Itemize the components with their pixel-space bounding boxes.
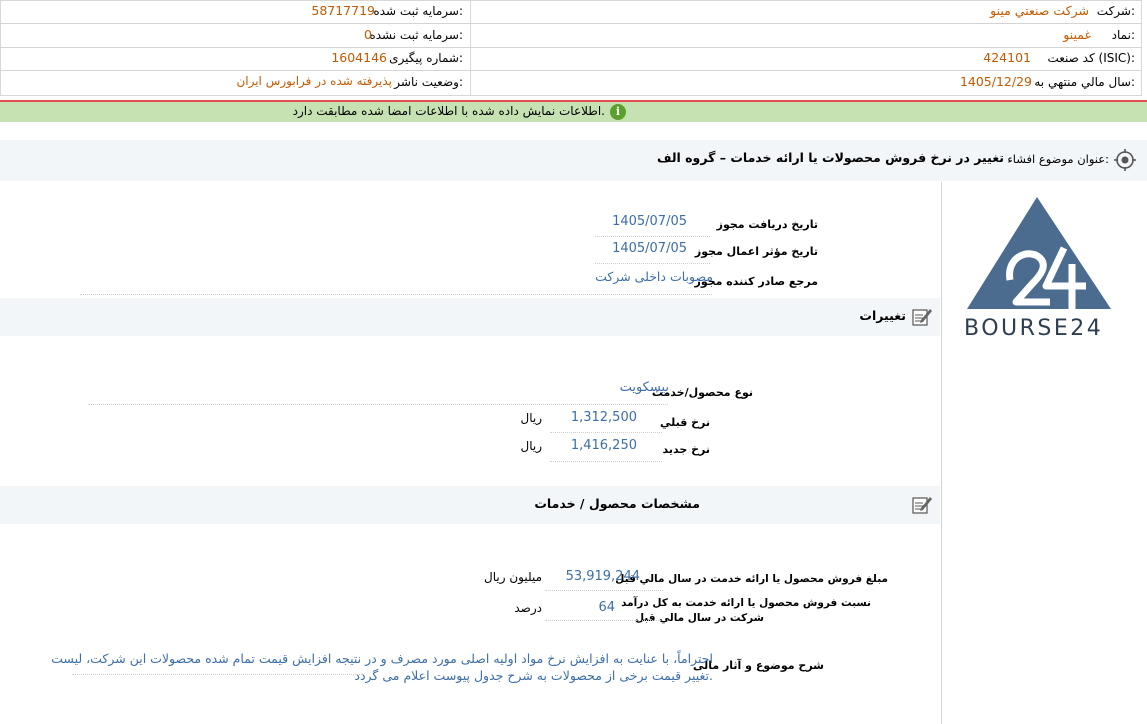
verification-notice: i اطلاعات نمايش داده شده با اطلاعات امضا… (0, 102, 1147, 122)
company-value[interactable]: شرکت صنعتي مينو (990, 3, 1089, 18)
specs-section-header: مشخصات محصول / خدمات (0, 486, 940, 524)
subject-value: تغيير در نرخ فروش محصولات يا ارائه خدمات… (656, 150, 1004, 165)
capital-registered-value: 58717719 (311, 3, 375, 18)
permit-receive-date-label: تاريخ دريافت مجوز (716, 218, 818, 231)
capital-unregistered-value: 0 (364, 27, 372, 42)
sales-amount-unit: ميليون ريال (484, 570, 542, 584)
description-line-1: احتراماً، با عنايت به افزايش نرخ مواد او… (51, 651, 713, 666)
description-line-2: تغيير قيمت برخی از محصولات به شرح جدول پ… (354, 668, 713, 683)
info-icon: i (610, 104, 626, 120)
old-price-value: 1,312,500 (570, 410, 637, 425)
permit-issuer-label: مرجع صادر کننده مجوز (694, 275, 818, 288)
notice-text: اطلاعات نمايش داده شده با اطلاعات امضا ش… (292, 104, 605, 118)
new-price-value: 1,416,250 (570, 438, 637, 453)
permit-receive-date-value: 1405/07/05 (612, 214, 687, 229)
permit-effective-date-value: 1405/07/05 (612, 241, 687, 256)
subject-label: عنوان موضوع افشاء: (1007, 152, 1109, 166)
logo-text: BOURSE24 (964, 316, 1104, 341)
tracking-label: شماره پيگيری: (389, 51, 463, 65)
permit-issuer-value: مصوبات داخلی شرکت (595, 269, 713, 284)
header-info-table: شرکت: شرکت صنعتي مينو سرمايه ثبت شده: 58… (0, 0, 1147, 96)
fiscal-year-value: 1405/12/29 (959, 74, 1032, 89)
new-price-unit: ريال (520, 439, 542, 453)
revenue-ratio-label-2: شرکت در سال مالي قبل (634, 612, 764, 624)
sales-amount-label: مبلغ فروش محصول يا ارائه خدمت در سال مال… (615, 573, 888, 585)
subject-bar: عنوان موضوع افشاء: تغيير در نرخ فروش محص… (0, 140, 1147, 181)
changes-title: تغييرات (859, 308, 906, 323)
symbol-label: نماد: (1111, 28, 1135, 42)
edit-icon (912, 307, 932, 327)
capital-unregistered-label: سرمايه ثبت نشده: (369, 28, 463, 42)
capital-registered-label: سرمايه ثبت شده: (373, 4, 463, 18)
old-price-label: نرخ قبلي (659, 416, 710, 429)
specs-title: مشخصات محصول / خدمات (534, 496, 700, 511)
fiscal-year-label: سال مالي منتهي به: (1034, 75, 1135, 89)
edit-icon (912, 495, 932, 515)
isic-value: 424101 (983, 50, 1031, 65)
publisher-status-value: پذيرفته شده در فرابورس ايران (236, 74, 392, 88)
old-price-unit: ريال (520, 411, 542, 425)
permit-effective-date-label: تاريخ مؤثر اعمال مجوز (694, 245, 818, 258)
bourse24-logo: BOURSE24 (960, 194, 1120, 344)
tracking-value: 1604146 (331, 50, 387, 65)
isic-label: کد صنعت (ISIC): (1047, 51, 1135, 65)
publisher-status-label: وضعيت ناشر: (394, 75, 463, 89)
changes-section-header: تغييرات (0, 298, 940, 336)
target-icon (1114, 149, 1136, 171)
new-price-label: نرخ جديد (662, 443, 711, 456)
revenue-ratio-unit: درصد (514, 601, 542, 615)
symbol-value[interactable]: غمينو (1063, 27, 1091, 42)
revenue-ratio-value: 64 (598, 600, 615, 615)
product-type-value: بيسکويت (619, 380, 669, 395)
company-label: شرکت: (1096, 4, 1135, 18)
revenue-ratio-label-1: نسبت فروش محصول يا ارائه خدمت به کل درآم… (621, 597, 871, 609)
sales-amount-value: 53,919,244 (565, 569, 640, 584)
column-divider (941, 182, 942, 724)
